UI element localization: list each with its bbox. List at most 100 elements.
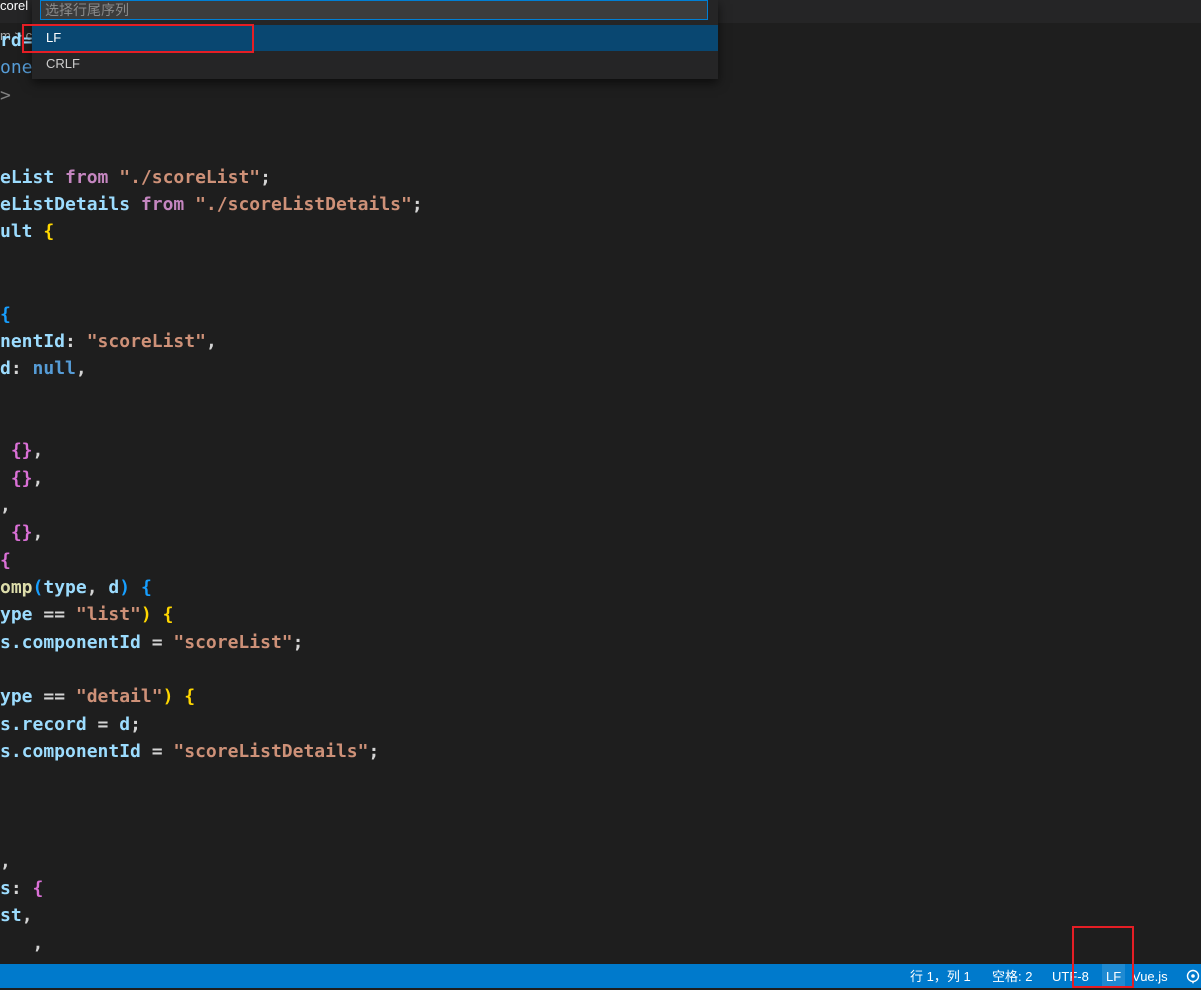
code-token: "scoreList" [86, 330, 206, 352]
code-token: ( [32, 577, 44, 598]
code-line[interactable]: , [0, 492, 11, 519]
code-line[interactable]: nentId: "scoreList", [0, 328, 217, 355]
code-token: from [140, 194, 185, 216]
code-token: , [205, 330, 217, 352]
code-line[interactable]: s.componentId = "scoreListDetails"; [0, 738, 379, 765]
code-token: ; [411, 194, 423, 216]
code-token: "scoreList" [173, 631, 293, 653]
code-token: ; [130, 713, 141, 735]
code-token: {} [10, 440, 33, 462]
code-token: , [75, 358, 87, 380]
code-token: ; [260, 166, 271, 188]
code-line[interactable]: ult { [0, 218, 54, 245]
code-line[interactable]: d: null, [0, 355, 87, 382]
code-token: ype [0, 686, 33, 708]
code-token: ult [0, 221, 33, 243]
code-token: from [65, 166, 109, 188]
status-encoding[interactable]: UTF-8 [1052, 964, 1089, 988]
code-token: { [32, 877, 44, 899]
code-line[interactable]: { [0, 301, 11, 328]
code-token: ) [119, 577, 141, 598]
code-token: "list" [75, 604, 141, 626]
code-token: , [0, 850, 11, 872]
code-token: , [32, 440, 44, 462]
code-token: = [140, 741, 174, 763]
code-line[interactable]: s: { [0, 875, 43, 902]
code-token: { [43, 221, 55, 243]
status-cursor-position[interactable]: 行 1，列 1 [910, 964, 971, 988]
code-token: ype [0, 604, 33, 626]
code-token: { [0, 303, 11, 325]
code-line[interactable]: eListDetails from "./scoreListDetails"; [0, 191, 423, 218]
code-token: {} [10, 522, 33, 544]
code-token: null [32, 358, 76, 380]
code-line[interactable]: {}, [0, 519, 44, 546]
code-token: d [0, 358, 11, 380]
code-line[interactable]: s.record = d; [0, 711, 141, 738]
code-token: "./scoreList" [119, 166, 261, 188]
eol-quick-pick: LF CRLF [32, 0, 718, 79]
code-editor[interactable]: rd="onent>>eList from "./scoreList";eLis… [0, 27, 1201, 964]
quick-pick-item-label: LF [46, 30, 62, 45]
code-token: omp [0, 577, 33, 598]
status-bar: 行 1，列 1 空格: 2 UTF-8 LF Vue.js [0, 964, 1201, 988]
code-token: { [184, 686, 196, 708]
quick-pick-input[interactable] [40, 0, 708, 20]
code-line[interactable]: {}, [0, 437, 44, 464]
code-token: eList [0, 166, 55, 188]
code-token: s.record [0, 713, 87, 735]
code-token: ; [368, 741, 380, 763]
quick-pick-item-lf[interactable]: LF [32, 25, 718, 51]
code-line[interactable]: , [0, 930, 44, 957]
code-token: s.componentId [0, 741, 141, 763]
code-token: {} [10, 467, 33, 489]
code-line[interactable]: eList from "./scoreList"; [0, 164, 271, 191]
code-line[interactable]: , [0, 848, 11, 875]
code-token: s.componentId [0, 631, 141, 653]
code-token: , [32, 467, 44, 489]
code-token: : [10, 358, 33, 380]
code-token: nentId [0, 330, 66, 352]
code-token: , [0, 494, 11, 516]
code-line[interactable]: omp(type, d) { [0, 574, 152, 601]
code-line[interactable]: ype == "detail") { [0, 683, 195, 710]
code-token: ) [162, 686, 185, 708]
code-token: : [10, 877, 33, 899]
editor-tab-label[interactable]: corel [0, 0, 28, 23]
code-token: { [162, 604, 174, 626]
code-token: , [21, 905, 33, 927]
status-language-mode[interactable]: Vue.js [1132, 964, 1168, 988]
code-token: "scoreListDetails" [173, 741, 369, 763]
code-line[interactable]: ype == "list") { [0, 601, 173, 628]
quick-pick-item-crlf[interactable]: CRLF [32, 51, 718, 77]
code-token: { [140, 577, 152, 598]
status-indentation[interactable]: 空格: 2 [992, 964, 1032, 988]
code-token: ) [140, 604, 163, 626]
code-line[interactable]: { [0, 547, 11, 574]
code-token: s [0, 877, 11, 899]
feedback-icon[interactable] [1185, 969, 1201, 985]
code-token: eListDetails [0, 194, 131, 216]
code-line[interactable]: st, [0, 902, 33, 929]
code-line[interactable]: {}, [0, 465, 44, 492]
code-token: d [108, 577, 120, 598]
code-token: ; [292, 631, 304, 653]
code-token: , [32, 522, 44, 544]
code-token: "./scoreListDetails" [195, 194, 412, 216]
code-token: , [0, 932, 44, 954]
code-token: type [43, 577, 87, 598]
code-token: "detail" [75, 686, 163, 708]
code-token: : [65, 330, 87, 352]
quick-pick-item-label: CRLF [46, 56, 80, 71]
code-token: == [32, 604, 76, 626]
code-line[interactable]: > [0, 82, 11, 109]
code-line[interactable]: s.componentId = "scoreList"; [0, 629, 303, 656]
status-eol[interactable]: LF [1102, 964, 1126, 988]
